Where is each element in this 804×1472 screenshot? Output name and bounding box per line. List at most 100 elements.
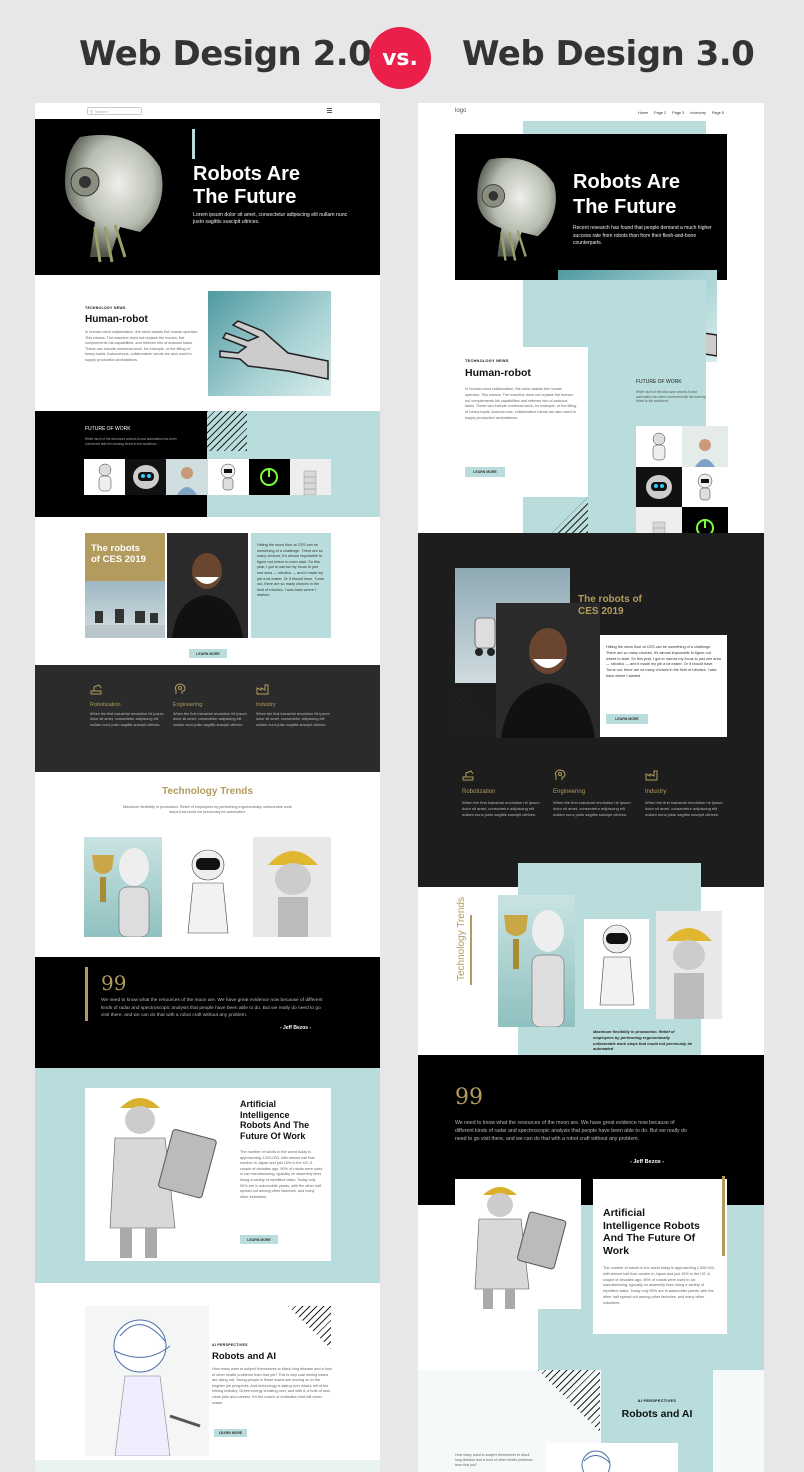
hero-title-line-1: Robots Are — [193, 163, 301, 185]
ai-accent-bar — [722, 1176, 725, 1256]
ai-title-line-1: Artificial — [240, 1099, 277, 1109]
search-input[interactable]: ⚲ Search — [87, 107, 142, 115]
feature-1-title: Robotization — [462, 789, 496, 795]
left-title: Web Design 2.0 — [79, 34, 372, 74]
trends-text: Maximum flexibility in production. Relie… — [123, 805, 292, 815]
hatch-pattern — [207, 411, 247, 451]
robot-head-image — [40, 127, 170, 267]
footer-strip — [35, 1460, 380, 1472]
thumb-robot-small — [207, 459, 249, 495]
logo[interactable]: logo — [455, 108, 466, 114]
robot-head-image — [457, 139, 562, 277]
human-title: Human-robot — [465, 367, 531, 379]
hero-title: Robots Are The Future — [193, 163, 300, 209]
future-of-work-block: FUTURE OF WORK While much of the discour… — [636, 379, 706, 404]
feature-3-title: Industry — [645, 789, 667, 795]
clipboard-robot-image — [85, 1088, 232, 1261]
perspectives-section: AI PERSPECTIVES Robots and AI How many w… — [212, 1343, 332, 1406]
menu-icon[interactable] — [327, 108, 332, 113]
grid-man-smiling — [682, 426, 728, 467]
ai-title-line-1: Artificial — [603, 1207, 646, 1219]
helmet-robot-image — [656, 911, 722, 1019]
robot-arm-icon — [90, 683, 170, 695]
future-title: FUTURE OF WORK — [85, 426, 131, 432]
quote-mark: 99 — [455, 1085, 483, 1110]
hero-title-line-2: The Future — [193, 186, 297, 208]
robot-hand-image — [208, 291, 331, 396]
persp-kicker: AI PERSPECTIVES — [637, 1399, 677, 1403]
feature-3-text: When the first industrial revolution hit… — [645, 800, 723, 817]
hero-section: Robots Are The Future Recent research ha… — [455, 134, 727, 280]
persp-text: How many want to subject themselves to b… — [455, 1453, 533, 1468]
trends-section: Technology Trends Maximum flexibility in… — [35, 786, 380, 816]
comparison-header: Web Design 2.0 vs. Web Design 3.0 — [0, 0, 804, 105]
quote-bar — [85, 967, 88, 1021]
feature-3-text: When the first industrial revolution hit… — [256, 712, 330, 727]
nav-inventory[interactable]: Inventory — [690, 111, 706, 115]
quote-mark: 99 — [101, 971, 127, 995]
feature-2: Engineering When the first industrial re… — [553, 769, 633, 817]
nav-home[interactable]: Home — [638, 111, 648, 115]
ces-title-line-2: of CES 2019 — [91, 554, 146, 565]
ces-man-portrait — [167, 533, 248, 638]
quote-section: 99 We need to know what the resources of… — [35, 957, 380, 1068]
feature-3-title: Industry — [256, 702, 276, 708]
feature-1-text: When the first industrial revolution hit… — [462, 800, 540, 817]
ces-title-line-1: The robots of — [578, 594, 642, 605]
search-placeholder: Search — [94, 108, 108, 114]
feature-1: Robotization When the first industrial r… — [90, 683, 170, 728]
trends-title-vertical: Technology Trends — [456, 897, 467, 981]
human-title: Human-robot — [85, 314, 148, 325]
ces-text: Hitting the show floor at CES can be som… — [257, 543, 324, 598]
trophy-robot-image — [498, 895, 575, 1027]
human-text: In human-robot collaboration, the robot … — [85, 330, 199, 362]
thumb-robot-white — [84, 459, 126, 495]
feature-1-text: When the first industrial revolution hit… — [90, 712, 164, 727]
persp-kicker: AI PERSPECTIVES — [212, 1343, 248, 1347]
factory-icon — [645, 769, 725, 781]
persp-title: Robots and AI — [621, 1408, 693, 1420]
clipboard-robot-image — [455, 1179, 581, 1309]
web-design-2-mockup: ⚲ Search Robots Are The Future Lorem ips… — [35, 103, 380, 1472]
ces-title-line-1: The robots — [91, 543, 141, 554]
ces-text: Hitting the show floor at CES can be som… — [606, 645, 721, 678]
ai-learn-more-button[interactable]: LEARN MORE — [240, 1235, 278, 1244]
future-grid — [636, 426, 728, 548]
ai-text: The number of robots in the world today … — [603, 1266, 715, 1305]
human-text: In human-robot collaboration, the robot … — [465, 387, 577, 420]
trends-bar — [470, 915, 472, 985]
feature-3: Industry When the first industrial revol… — [256, 683, 336, 728]
persp-text: How many want to subject themselves to b… — [212, 1367, 332, 1405]
human-kicker: TECHNOLOGY NEWS — [465, 359, 509, 363]
hero-text: Recent research has found that people de… — [573, 225, 712, 246]
search-icon: ⚲ — [90, 108, 93, 114]
brain-gear-icon — [553, 769, 633, 781]
feature-3: Industry When the first industrial revol… — [645, 769, 725, 817]
ces-learn-more-button[interactable]: LEARN MORE — [606, 714, 648, 724]
persp-title: Robots and AI — [212, 1351, 277, 1362]
nav-page-2[interactable]: Page 2 — [654, 111, 666, 115]
nav-page-5[interactable]: Page 5 — [712, 111, 724, 115]
persp-learn-more-button[interactable]: LEARN MORE — [214, 1429, 247, 1437]
feature-2-title: Engineering — [173, 702, 203, 708]
wired-robot-image — [85, 1306, 209, 1456]
round-robot-image — [168, 843, 246, 939]
factory-icon — [256, 683, 336, 695]
feature-1-title: Robotization — [90, 702, 121, 708]
feature-2-title: Engineering — [553, 789, 586, 795]
human-learn-more-button[interactable]: LEARN MORE — [465, 467, 505, 477]
ai-title-line-2: Intelligence — [240, 1109, 290, 1120]
feature-2-text: When the first industrial revolution hit… — [553, 800, 631, 817]
human-kicker: TECHNOLOGY NEWS — [85, 306, 126, 310]
nav-page-3[interactable]: Page 3 — [672, 111, 684, 115]
ces-title-line-2: CES 2019 — [578, 606, 624, 617]
ces-learn-more-button[interactable]: LEARN MORE — [189, 649, 227, 658]
ces-robots-image — [85, 581, 165, 638]
ai-title-line-4: Work — [603, 1244, 630, 1257]
top-nav: Home Page 2 Page 3 Inventory Page 5 — [638, 111, 724, 115]
quote-author: - Jeff Bezos - — [630, 1159, 665, 1165]
ai-title-line-3: And The Future Of — [603, 1232, 696, 1244]
ai-title-line-4: Future Of Work — [240, 1130, 306, 1141]
quote-text: We need to know what the resources of th… — [455, 1120, 687, 1142]
persp-heading: AI PERSPECTIVES Robots and AI — [601, 1399, 713, 1420]
